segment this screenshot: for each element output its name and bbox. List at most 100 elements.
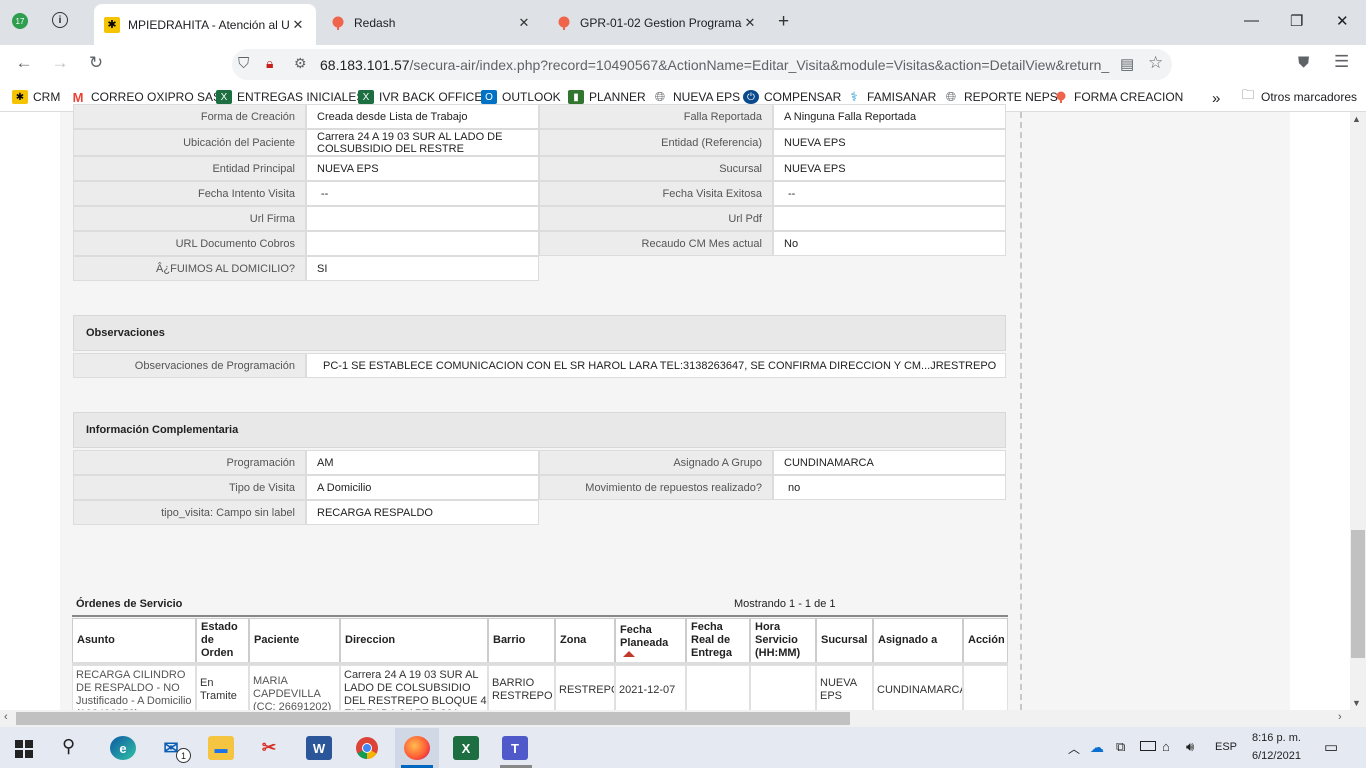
order-asignado: CUNDINAMARCA	[873, 665, 963, 715]
field-label: Movimiento de repuestos realizado?	[539, 475, 773, 500]
bookmark-correo[interactable]: M CORREO OXIPRO SAS	[70, 90, 221, 105]
bookmark-entregas[interactable]: X ENTREGAS INICIALES	[216, 90, 364, 104]
column-header-barrio[interactable]: Barrio	[488, 618, 555, 663]
scroll-right-icon[interactable]: ›	[1338, 711, 1342, 723]
horizontal-scroll-thumb[interactable]	[16, 712, 850, 725]
close-icon[interactable]: ✕	[516, 15, 532, 31]
bookmark-compensar[interactable]: ⏻ COMPENSAR	[743, 90, 841, 104]
scroll-up-icon[interactable]: ▲	[1352, 114, 1361, 124]
show-hidden-icons[interactable]: ︿	[1068, 740, 1080, 757]
more-bookmarks-icon[interactable]: »	[1212, 90, 1220, 107]
clock-time[interactable]: 8:16 p. m.	[1252, 732, 1301, 744]
scroll-down-icon[interactable]: ▼	[1352, 698, 1361, 708]
shield-icon[interactable]: ⛉	[238, 55, 249, 72]
site-settings-icon[interactable]: ⚙	[294, 55, 307, 72]
tab-title: Redash	[354, 16, 396, 30]
order-hora	[750, 665, 816, 715]
field-label: Entidad Principal	[73, 156, 306, 181]
bookmark-crm[interactable]: ✱ CRM	[12, 90, 60, 104]
forward-icon[interactable]: →	[48, 53, 72, 73]
order-asunto-link[interactable]: RECARGA CILINDRO DE RESPALDO - NO Justif…	[72, 665, 196, 715]
search-icon[interactable]: ⚲	[62, 736, 75, 757]
tab-gpr[interactable]: GPR-01-02 Gestion Programacion ✕	[546, 5, 768, 41]
restore-button[interactable]: ❐	[1290, 12, 1303, 30]
star-icon[interactable]: ☆	[1148, 53, 1163, 73]
volume-icon[interactable]: 🔊︎	[1186, 739, 1194, 755]
field-value: No	[773, 231, 1006, 256]
menu-icon[interactable]: ☰	[1334, 52, 1349, 72]
url-text[interactable]: 68.183.101.57/secura-air/index.php?recor…	[320, 57, 1110, 73]
bookmark-reporte-neps[interactable]: 🌐︎ REPORTE NEPS	[943, 89, 1058, 104]
compensar-icon: ⏻	[743, 90, 759, 104]
field-value: SI	[306, 256, 539, 281]
excel-icon[interactable]: X	[453, 736, 479, 760]
bookmark-ivr[interactable]: X IVR BACK OFFICE	[358, 90, 482, 104]
profile-badge[interactable]: 17	[12, 13, 28, 29]
tab-redash[interactable]: Redash ✕	[320, 5, 542, 41]
info-icon[interactable]: i	[52, 12, 68, 28]
notification-icon[interactable]: ▭	[1324, 738, 1338, 756]
scroll-left-icon[interactable]: ‹	[4, 711, 8, 723]
wifi-icon[interactable]: ⌂	[1162, 739, 1170, 754]
orders-count: Mostrando 1 - 1 de 1	[734, 598, 836, 610]
column-header-asignado[interactable]: Asignado a	[873, 618, 963, 663]
firefox-icon[interactable]	[404, 736, 430, 760]
field-value: CUNDINAMARCA	[773, 450, 1006, 475]
folder-icon: 🗀	[1241, 87, 1255, 102]
column-header-sucursal[interactable]: Sucursal	[816, 618, 873, 663]
field-label: Url Firma	[73, 206, 306, 231]
redash-icon	[1053, 90, 1069, 104]
column-header-fecha-planeada[interactable]: Fecha Planeada	[615, 618, 686, 663]
tab-title: MPIEDRAHITA - Atención al Usuario	[128, 17, 290, 32]
lock-warning-icon[interactable]: 🔒︎	[266, 55, 273, 72]
column-header-direccion[interactable]: Direccion	[340, 618, 488, 663]
file-explorer-icon[interactable]: ▬	[208, 736, 234, 760]
reader-view-icon[interactable]: ▤	[1120, 55, 1134, 73]
vertical-scroll-thumb[interactable]	[1351, 530, 1365, 658]
column-header-asunto[interactable]: Asunto	[72, 618, 196, 663]
bookmark-planner[interactable]: ▮ PLANNER	[568, 90, 646, 104]
field-value: no	[773, 475, 1006, 500]
back-icon[interactable]: ←	[12, 53, 36, 73]
close-icon[interactable]: ✕	[290, 17, 306, 33]
snipping-tool-icon[interactable]: ✂	[256, 736, 282, 760]
column-header-fecha-real[interactable]: Fecha Real de Entrega	[686, 618, 750, 663]
column-header-estado[interactable]: Estado de Orden	[196, 618, 249, 663]
order-accion[interactable]	[963, 665, 1008, 715]
bookmark-forma-creacion[interactable]: FORMA CREACION	[1053, 90, 1183, 104]
close-icon[interactable]: ✕	[742, 15, 758, 31]
new-tab-button[interactable]: +	[778, 11, 789, 33]
word-icon[interactable]: W	[306, 736, 332, 760]
column-header-hora[interactable]: Hora Servicio (HH:MM)	[750, 618, 816, 663]
teams-icon[interactable]: T	[502, 736, 528, 760]
app-logo-icon: ✱	[12, 90, 28, 104]
edge-icon[interactable]: e	[110, 736, 136, 760]
bookmark-nueva-eps[interactable]: 🌐︎ NUEVA EPS	[652, 89, 740, 104]
language-indicator[interactable]: ESP	[1215, 741, 1237, 753]
field-value: RECARGA RESPALDO	[306, 500, 539, 525]
field-label: Asignado A Grupo	[539, 450, 773, 475]
other-bookmarks[interactable]: 🗀 Otros marcadores	[1240, 87, 1357, 104]
minimize-button[interactable]: —	[1244, 12, 1259, 29]
tab-mpiedrahita[interactable]: ✱ MPIEDRAHITA - Atención al Usuario ✕	[94, 4, 316, 45]
bookmark-outlook[interactable]: O OUTLOOK	[481, 90, 561, 104]
reload-icon[interactable]: ↻	[84, 53, 108, 73]
network-device-icon[interactable]: ⧉	[1116, 739, 1125, 755]
section-title-observaciones: Observaciones	[73, 315, 1006, 351]
bookmark-famisanar[interactable]: ⚕ FAMISANAR	[846, 89, 936, 104]
order-fecha-real	[686, 665, 750, 715]
order-direccion: Carrera 24 A 19 03 SUR AL LADO DE COLSUB…	[340, 665, 488, 715]
chrome-icon[interactable]	[354, 736, 380, 760]
onedrive-icon[interactable]: ☁	[1090, 739, 1104, 756]
field-label: Ubicación del Paciente	[73, 129, 306, 156]
field-value: Creada desde Lista de Trabajo	[306, 104, 539, 129]
battery-icon[interactable]	[1140, 741, 1156, 751]
close-window-button[interactable]: ✕	[1336, 12, 1349, 30]
globe-icon: 🌐︎	[654, 89, 666, 104]
column-header-paciente[interactable]: Paciente	[249, 618, 340, 663]
order-paciente: MARIA CAPDEVILLA (CC: 26691202)	[249, 665, 340, 715]
clock-date[interactable]: 6/12/2021	[1252, 750, 1301, 762]
windows-start-icon[interactable]	[15, 740, 33, 761]
pocket-icon[interactable]: ⛊	[1298, 54, 1309, 71]
column-header-zona[interactable]: Zona	[555, 618, 615, 663]
